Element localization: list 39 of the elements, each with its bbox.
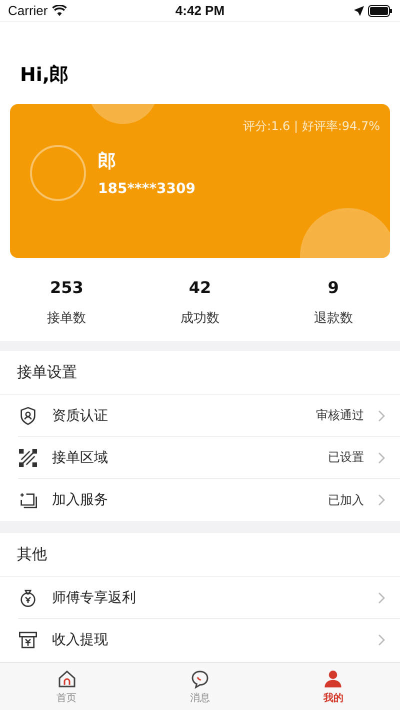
chevron-icon[interactable]	[378, 452, 386, 464]
chevron-icon[interactable]	[378, 592, 386, 604]
battery-icon	[368, 4, 392, 16]
menu-item-label[interactable]: 接单区域	[52, 448, 314, 466]
chat-icon	[190, 668, 210, 688]
stat-value: 253	[50, 278, 84, 297]
menu-item-label[interactable]: 加入服务	[52, 491, 314, 509]
section-title: 其他	[17, 545, 47, 564]
status-text: 已设置	[328, 449, 364, 466]
stat-value: 9	[328, 278, 339, 297]
status-text: 已加入	[328, 492, 364, 508]
avatar	[30, 145, 86, 201]
stat-value: 42	[188, 278, 212, 297]
chevron-icon[interactable]	[378, 410, 386, 422]
carrier: Carrier	[8, 3, 48, 18]
money-bag-icon	[18, 588, 38, 608]
tab[interactable]: 我的	[266, 663, 400, 710]
person-icon	[323, 668, 344, 688]
stat-label: 接单数	[47, 310, 86, 327]
area-icon	[18, 448, 38, 468]
menu-item-label[interactable]: 收入提现	[52, 631, 364, 649]
section-title: 接单设置	[17, 363, 77, 382]
clock: 4:42 PM	[175, 3, 225, 18]
wifi-icon	[52, 5, 67, 16]
rating-text: 评分:1.6 | 好评率:94.7%	[242, 118, 381, 135]
shield-icon	[18, 406, 38, 426]
status-text: 审核通过	[316, 407, 364, 424]
menu-item-label[interactable]: 资质认证	[52, 406, 302, 424]
stat-label: 退款数	[314, 310, 353, 327]
location-icon	[354, 6, 364, 16]
home-icon	[56, 668, 77, 688]
cash-icon	[18, 630, 38, 650]
chevron-icon[interactable]	[378, 634, 386, 646]
menu-item-label[interactable]: 师傅专享返利	[52, 588, 364, 606]
stat-label: 成功数	[180, 310, 220, 327]
chevron-icon[interactable]	[378, 494, 386, 506]
greeting: Hi,郎	[19, 63, 70, 88]
phone-number: 185****3309	[98, 181, 196, 197]
user-name: 郎	[98, 150, 117, 173]
